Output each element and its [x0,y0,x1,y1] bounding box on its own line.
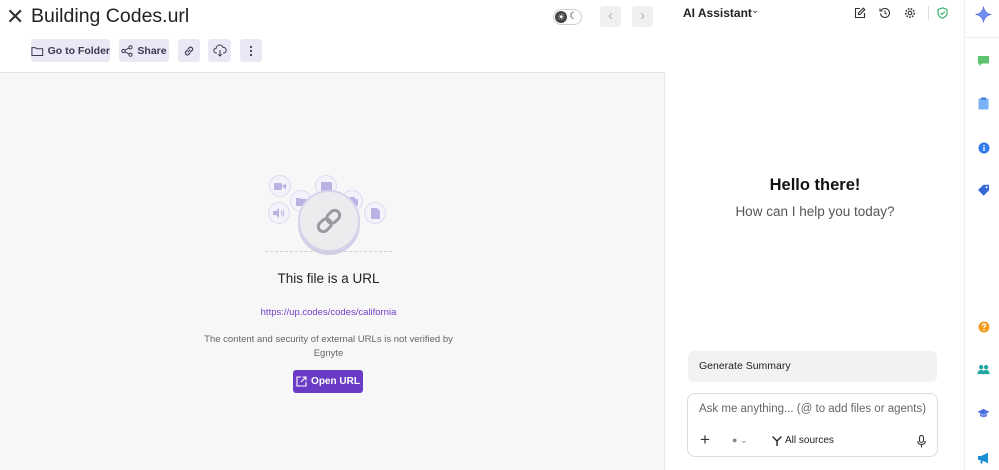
url-heading: This file is a URL [277,271,380,286]
chat-input[interactable] [699,403,931,415]
chat-input-box: + ● ⌄ All sources [687,393,938,457]
sun-icon: ☀ [555,11,567,23]
video-icon [269,175,291,197]
right-rail [964,0,999,470]
close-icon[interactable]: ✕ [6,6,24,28]
generate-summary-suggestion[interactable]: Generate Summary [688,351,937,382]
header-divider [928,6,929,20]
document-icon [364,202,386,224]
megaphone-icon[interactable] [977,451,990,464]
sources-selector[interactable]: All sources [772,435,834,446]
download-button[interactable] [208,39,231,62]
external-link-icon [296,376,307,387]
users-icon[interactable] [977,363,990,376]
speaker-icon [268,202,290,224]
share-label: Share [137,44,167,57]
shield-check-icon[interactable] [935,6,949,20]
chevron-down-icon: ⌄ [739,435,748,445]
folder-icon [31,46,44,56]
share-button[interactable]: Share [119,39,169,62]
copy-link-button[interactable] [178,39,200,62]
cloud-download-icon [212,44,227,57]
graduation-cap-icon[interactable] [977,407,990,420]
theme-toggle[interactable]: ☀ ☾ [553,9,582,25]
url-security-note: The content and security of external URL… [204,334,453,359]
sources-label: All sources [785,435,834,446]
url-link-illustration [298,190,360,252]
chat-icon[interactable] [977,54,990,67]
rail-header [965,0,999,38]
ai-assistant-panel: AI Assistant ⌄ Hello there! How can I he… [666,0,964,470]
moon-icon: ☾ [569,11,578,22]
go-to-folder-button[interactable]: Go to Folder [31,39,110,62]
sparkle-icon[interactable] [975,6,992,23]
next-file-button[interactable]: › [632,6,653,27]
share-icon [121,44,134,57]
more-options-button[interactable] [240,39,262,62]
tag-icon[interactable] [977,184,990,197]
chevron-down-icon[interactable]: ⌄ [751,5,759,16]
history-icon[interactable] [878,6,892,20]
open-url-label: Open URL [311,376,360,387]
gear-icon[interactable] [903,6,917,20]
open-url-button[interactable]: Open URL [293,370,363,393]
previous-file-button[interactable]: ‹ [600,6,621,27]
help-icon[interactable] [977,320,990,333]
link-icon [184,46,194,55]
edit-icon[interactable] [853,6,867,20]
more-vertical-icon [249,45,253,56]
assistant-title[interactable]: AI Assistant [683,6,752,20]
model-selector[interactable]: ● ⌄ [732,435,748,446]
sources-icon [772,435,782,446]
file-title: Building Codes.url [31,5,190,27]
url-link[interactable]: https://up.codes/codes/california [200,307,457,318]
model-icon: ● [732,435,738,445]
chain-link-icon [316,208,342,234]
illustration-baseline [265,251,392,252]
file-preview-pane: ✕ Building Codes.url ☀ ☾ ‹ › Go to Folde… [0,0,665,470]
go-to-folder-label: Go to Folder [47,44,110,57]
add-attachment-button[interactable]: + [700,431,710,448]
clipboard-icon[interactable] [977,97,990,110]
greeting-subtext: How can I help you today? [735,204,895,219]
greeting-heading: Hello there! [769,176,861,194]
info-icon[interactable] [977,141,990,154]
preview-header: ✕ Building Codes.url ☀ ☾ ‹ › Go to Folde… [0,0,665,73]
microphone-icon[interactable] [915,434,927,448]
